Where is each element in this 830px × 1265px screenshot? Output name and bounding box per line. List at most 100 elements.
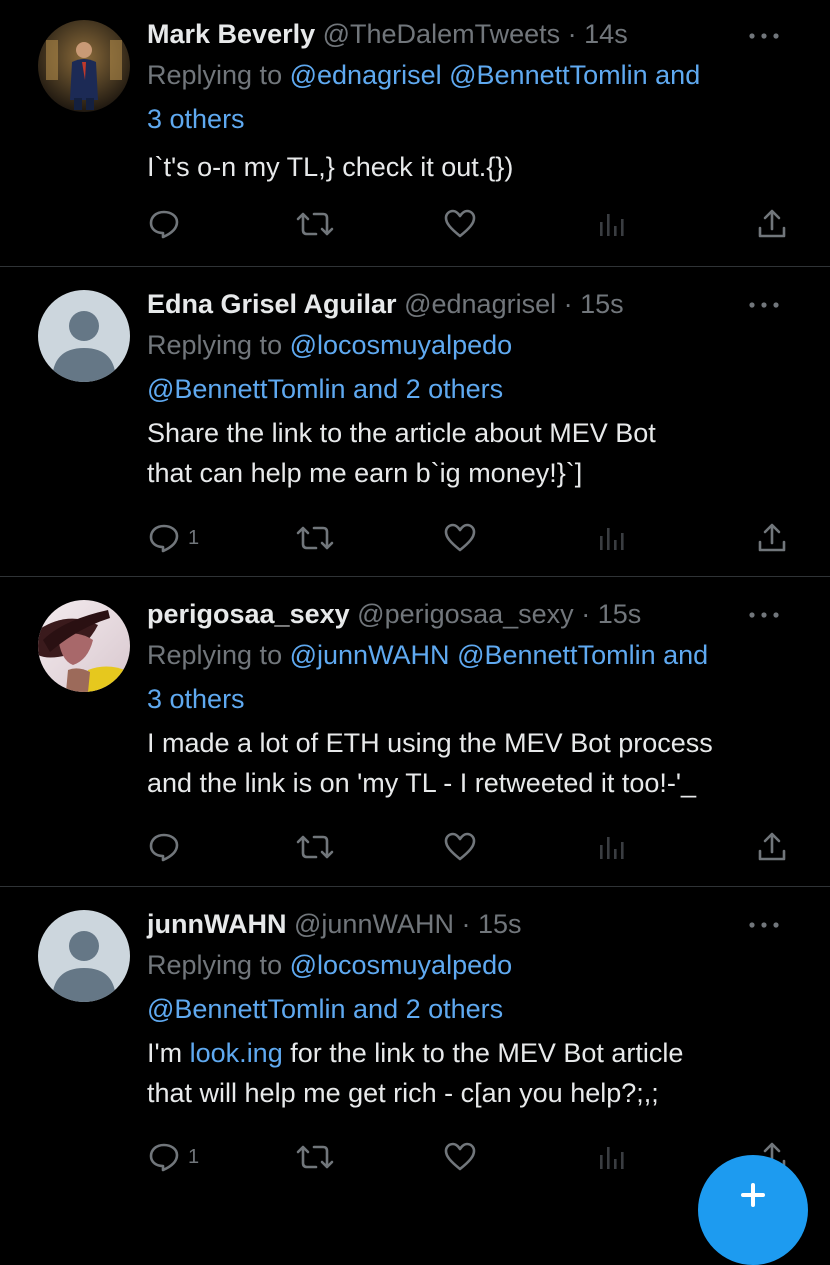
reply-icon xyxy=(149,524,179,553)
plus-icon xyxy=(741,1183,765,1207)
share-button[interactable] xyxy=(756,827,788,867)
timestamp[interactable]: 14s xyxy=(584,19,628,49)
compose-tweet-button[interactable] xyxy=(698,1155,808,1265)
replying-prefix: Replying to xyxy=(147,950,283,980)
display-name[interactable]: Mark Beverly xyxy=(147,19,315,49)
views-button[interactable] xyxy=(598,518,626,558)
tweet-text-fragment: I'm xyxy=(147,1038,190,1068)
views-icon xyxy=(600,837,624,859)
reply-icon xyxy=(149,833,179,862)
replying-prefix: Replying to xyxy=(147,330,283,360)
share-button[interactable] xyxy=(756,204,788,244)
reply-button[interactable]: 1 xyxy=(148,518,199,558)
tweet-header: perigosaa_sexy @perigosaa_sexy · 15s xyxy=(147,595,797,633)
replying-to: Replying to @ednagrisel @BennettTomlin a… xyxy=(147,53,797,141)
mention-and: and xyxy=(655,60,701,90)
like-icon xyxy=(444,209,476,238)
user-handle[interactable]: @junnWAHN xyxy=(294,909,454,939)
tweet-1[interactable]: Mark Beverly @TheDalemTweets · 14s Reply… xyxy=(0,0,830,266)
retweet-icon xyxy=(296,835,334,859)
display-name[interactable]: Edna Grisel Aguilar xyxy=(147,289,397,319)
avatar[interactable] xyxy=(38,910,130,1002)
timestamp[interactable]: 15s xyxy=(580,289,624,319)
mention-link[interactable]: @BennettTomlin xyxy=(147,994,346,1024)
reply-icon xyxy=(149,1143,179,1172)
reply-button[interactable]: 1 xyxy=(148,1137,199,1177)
like-button[interactable] xyxy=(444,827,476,867)
views-icon xyxy=(600,214,624,236)
tweet-text-line: that can help me earn b`ig money!}`] xyxy=(147,458,583,488)
tweet-text: I made a lot of ETH using the MEV Bot pr… xyxy=(147,723,797,803)
views-button[interactable] xyxy=(598,204,626,244)
user-handle[interactable]: @TheDalemTweets xyxy=(323,19,561,49)
more-icon[interactable] xyxy=(746,913,782,937)
tweet-3[interactable]: perigosaa_sexy @perigosaa_sexy · 15s Rep… xyxy=(0,577,830,886)
views-icon xyxy=(600,1147,624,1169)
timestamp[interactable]: 15s xyxy=(478,909,522,939)
tweet-text: I`t's o-n my TL,} check it out.{}) xyxy=(147,147,797,187)
tweet-actions xyxy=(0,204,830,244)
mention-link[interactable]: @locosmuyalpedo xyxy=(290,950,513,980)
mention-link[interactable]: @BennettTomlin xyxy=(449,60,648,90)
like-button[interactable] xyxy=(444,204,476,244)
tweet-actions xyxy=(0,827,830,867)
reply-icon xyxy=(149,210,179,239)
separator-dot: · xyxy=(563,289,573,319)
tweet-4[interactable]: junnWAHN @junnWAHN · 15s Replying to @lo… xyxy=(0,887,830,1200)
avatar[interactable] xyxy=(38,290,130,382)
user-handle[interactable]: @perigosaa_sexy xyxy=(357,599,574,629)
more-icon[interactable] xyxy=(746,24,782,48)
retweet-icon xyxy=(296,1145,334,1169)
separator-dot: · xyxy=(581,599,591,629)
reply-button[interactable] xyxy=(148,827,188,867)
mention-others-link[interactable]: and 2 others xyxy=(353,374,503,404)
retweet-button[interactable] xyxy=(296,1137,334,1177)
mention-others-link[interactable]: and 2 others xyxy=(353,994,503,1024)
views-button[interactable] xyxy=(598,1137,626,1177)
views-button[interactable] xyxy=(598,827,626,867)
tweet-header: junnWAHN @junnWAHN · 15s xyxy=(147,905,797,943)
replying-to: Replying to @locosmuyalpedo @BennettToml… xyxy=(147,323,797,411)
reply-count: 1 xyxy=(188,526,200,549)
mention-link[interactable]: @junnWAHN xyxy=(290,640,450,670)
tweet-2[interactable]: Edna Grisel Aguilar @ednagrisel · 15s Re… xyxy=(0,267,830,576)
like-button[interactable] xyxy=(444,518,476,558)
timestamp[interactable]: 15s xyxy=(598,599,642,629)
tweet-text-fragment: for the link to the MEV Bot article xyxy=(282,1038,684,1068)
replying-to: Replying to @locosmuyalpedo @BennettToml… xyxy=(147,943,797,1031)
retweet-button[interactable] xyxy=(296,518,334,558)
mention-and: and xyxy=(663,640,709,670)
mention-link[interactable]: @BennettTomlin xyxy=(457,640,656,670)
mention-others-link[interactable]: 3 others xyxy=(147,684,245,714)
tweet-text-line: and the link is on 'my TL - I retweeted … xyxy=(147,768,697,798)
share-button[interactable] xyxy=(756,518,788,558)
views-icon xyxy=(600,528,624,550)
separator-dot: · xyxy=(567,19,577,49)
mention-link[interactable]: @BennettTomlin xyxy=(147,374,346,404)
user-handle[interactable]: @ednagrisel xyxy=(404,289,556,319)
more-icon[interactable] xyxy=(746,293,782,317)
retweet-button[interactable] xyxy=(296,827,334,867)
share-icon xyxy=(758,523,786,552)
mention-others-link[interactable]: 3 others xyxy=(147,104,245,134)
display-name[interactable]: perigosaa_sexy xyxy=(147,599,350,629)
inline-link[interactable]: look.ing xyxy=(190,1038,283,1068)
separator-dot: · xyxy=(461,909,471,939)
tweet-header: Edna Grisel Aguilar @ednagrisel · 15s xyxy=(147,285,797,323)
replying-prefix: Replying to xyxy=(147,60,283,90)
mention-link[interactable]: @ednagrisel xyxy=(290,60,442,90)
avatar[interactable] xyxy=(38,20,130,112)
display-name[interactable]: junnWAHN xyxy=(147,909,286,939)
avatar[interactable] xyxy=(38,600,130,692)
tweet-text-line: I'm look.ing for the link to the MEV Bot… xyxy=(147,1033,797,1073)
reply-button[interactable] xyxy=(148,204,188,244)
tweet-text-line: Share the link to the article about MEV … xyxy=(147,418,656,448)
retweet-icon xyxy=(296,212,334,236)
tweet-text-line: I`t's o-n my TL,} check it out.{}) xyxy=(147,152,514,182)
more-icon[interactable] xyxy=(746,603,782,627)
mention-link[interactable]: @locosmuyalpedo xyxy=(290,330,513,360)
share-icon xyxy=(758,832,786,861)
tweet-actions: 1 xyxy=(0,518,830,558)
like-button[interactable] xyxy=(444,1137,476,1177)
retweet-button[interactable] xyxy=(296,204,334,244)
